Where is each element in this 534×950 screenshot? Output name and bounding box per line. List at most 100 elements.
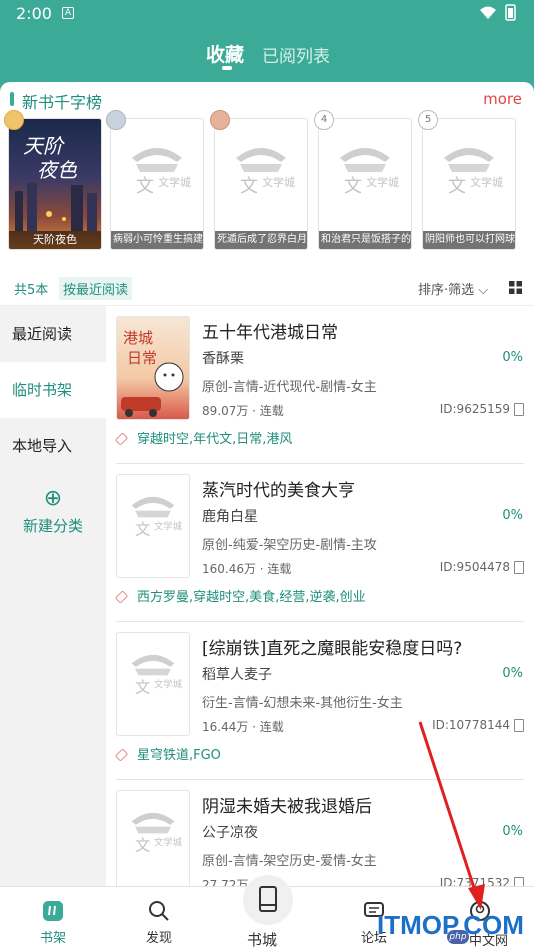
- svg-text:文学城: 文学城: [154, 678, 183, 690]
- book-author: 香酥栗: [202, 351, 244, 367]
- book-item[interactable]: 文 文学城 蒸汽时代的美食大亨 鹿角白星 0% 原创-纯爱-架空历史-剧情-主攻…: [106, 464, 534, 622]
- tag-icon: [114, 748, 129, 762]
- new-category-button[interactable]: ⊕ 新建分类: [0, 474, 106, 560]
- book-author: 公子凉夜: [202, 825, 258, 841]
- svg-text:文: 文: [240, 176, 258, 197]
- jjwxc-placeholder-logo: 文 文学城: [131, 496, 183, 538]
- book-author: 鹿角白星: [202, 509, 258, 525]
- book-title: 五十年代港城日常: [202, 323, 338, 343]
- rank-2-medal-icon: [106, 110, 126, 130]
- tag-icon: [114, 590, 129, 604]
- book-item[interactable]: 港城 日常 五十年代港城日常 香酥栗 0% 原创-言情-近代现代-剧情-女主 8…: [106, 306, 534, 464]
- book-count: 共5本: [14, 283, 49, 298]
- tab-favorites[interactable]: 收藏: [206, 40, 244, 67]
- sort-mode-chip[interactable]: 按最近阅读: [59, 277, 133, 300]
- copy-icon[interactable]: [514, 403, 524, 416]
- php-badge: php: [447, 930, 469, 944]
- nav-shelf[interactable]: 书架: [23, 899, 83, 946]
- book-progress: 0%: [502, 508, 523, 523]
- grid-view-icon[interactable]: [509, 281, 522, 294]
- city-night-illustration: 天阶 夜色: [15, 134, 97, 231]
- book-word-count: 89.07万 · 连载: [202, 404, 284, 418]
- book-tags-row: 穿越时空,年代文,日常,港风: [114, 428, 293, 447]
- book-progress: 0%: [502, 824, 523, 839]
- cover-title: 病弱小可怜重生搞建: [111, 231, 203, 249]
- book-genre: 原创-言情-架空历史-爱情-女主: [202, 854, 377, 869]
- status-time: 2:00: [16, 4, 52, 23]
- book-item[interactable]: 文 文学城 阴湿未婚夫被我退婚后 公子凉夜 0% 原创-言情-架空历史-爱情-女…: [106, 780, 534, 886]
- book-title: 阴湿未婚夫被我退婚后: [202, 797, 372, 817]
- ranking-title: 新书千字榜: [22, 93, 103, 112]
- ranking-book-cover[interactable]: 文 文学城 死遁后成了忍界白月: [214, 118, 308, 250]
- bookshelf-icon: [43, 901, 63, 921]
- cover-title: 死遁后成了忍界白月: [215, 231, 307, 249]
- nav-store-label[interactable]: 书城: [247, 929, 277, 950]
- book-id: ID:9504478: [439, 560, 510, 574]
- rank-badge: 4: [314, 110, 334, 130]
- svg-text:文: 文: [136, 176, 154, 197]
- book-id: ID:10778144: [432, 718, 510, 732]
- ranking-book-cover[interactable]: 文 文学城 阴阳师也可以打网球: [422, 118, 516, 250]
- svg-text:港城: 港城: [123, 329, 153, 347]
- svg-text:夜色: 夜色: [37, 158, 78, 182]
- status-icons: [478, 4, 520, 26]
- tag-icon: [114, 432, 129, 446]
- cover-title: 阴阳师也可以打网球: [423, 231, 515, 249]
- svg-text:文学城: 文学城: [262, 175, 295, 189]
- rank-1-medal-icon: [4, 110, 24, 130]
- search-icon: [149, 901, 169, 921]
- nav-store-bubble[interactable]: [243, 875, 293, 925]
- book-genre: 原创-纯爱-架空历史-剧情-主攻: [202, 538, 377, 553]
- tab-read-list[interactable]: 已阅列表: [262, 42, 330, 67]
- jjwxc-placeholder-logo: 文 文学城: [444, 148, 503, 197]
- book-word-count: 16.44万 · 连载: [202, 720, 284, 734]
- book-cover: 文 文学城: [116, 632, 190, 736]
- book-cover: 文 文学城: [116, 474, 190, 578]
- ranking-more-link[interactable]: more: [483, 90, 522, 108]
- shelf-category-sidebar: 最近阅读 临时书架 本地导入 ⊕ 新建分类: [0, 306, 106, 560]
- book-tags: 西方罗曼,穿越时空,美食,经营,逆袭,创业: [137, 590, 366, 605]
- sort-filter-button[interactable]: 排序·筛选 ⌵: [418, 279, 488, 298]
- nav-discover[interactable]: 发现: [129, 899, 189, 946]
- rank-badge: 5: [418, 110, 438, 130]
- book-tags: 穿越时空,年代文,日常,港风: [137, 432, 293, 447]
- svg-text:文学城: 文学城: [470, 175, 503, 189]
- book-cover: 文 文学城: [116, 790, 190, 886]
- svg-text:文: 文: [135, 678, 150, 696]
- book-icon: [259, 886, 277, 912]
- svg-text:文: 文: [448, 176, 466, 197]
- svg-text:文: 文: [135, 836, 150, 854]
- jjwxc-placeholder-logo: 文 文学城: [340, 148, 399, 197]
- book-item[interactable]: 文 文学城 [综崩铁]直死之魔眼能安稳度日吗? 稻草人麦子 0% 衍生-言情-幻…: [106, 622, 534, 780]
- svg-text:日常: 日常: [127, 349, 157, 367]
- book-title: [综崩铁]直死之魔眼能安稳度日吗?: [202, 639, 463, 659]
- book-cover: 港城 日常: [116, 316, 190, 420]
- sidebar-item-recent[interactable]: 最近阅读: [0, 306, 106, 362]
- jjwxc-placeholder-logo: 文 文学城: [131, 654, 183, 696]
- copy-icon[interactable]: [514, 719, 524, 732]
- jjwxc-placeholder-logo: 文 文学城: [131, 812, 183, 854]
- jjwxc-placeholder-logo: 文 文学城: [236, 148, 295, 197]
- tab-indicator: [222, 66, 232, 70]
- svg-text:文: 文: [135, 520, 150, 538]
- copy-icon[interactable]: [514, 877, 524, 886]
- copy-icon[interactable]: [514, 561, 524, 574]
- book-genre: 原创-言情-近代现代-剧情-女主: [202, 380, 377, 395]
- nav-discover-label: 发现: [145, 931, 172, 946]
- book-list: 港城 日常 五十年代港城日常 香酥栗 0% 原创-言情-近代现代-剧情-女主 8…: [106, 306, 534, 886]
- book-title: 蒸汽时代的美食大亨: [202, 481, 355, 501]
- jjwxc-placeholder-logo: 文 文学城: [132, 148, 191, 197]
- cover-title: 和治君只是饭搭子的: [319, 231, 411, 249]
- notification-a-icon: A: [62, 7, 74, 19]
- ranking-book-cover[interactable]: 文 文学城 病弱小可怜重生搞建: [110, 118, 204, 250]
- sidebar-item-temp-shelf[interactable]: 临时书架: [0, 362, 106, 418]
- sidebar-item-local-import[interactable]: 本地导入: [0, 418, 106, 474]
- shelf-toolbar: 共5本 按最近阅读 排序·筛选 ⌵: [0, 270, 534, 306]
- svg-text:文学城: 文学城: [154, 836, 183, 848]
- svg-text:文学城: 文学城: [158, 175, 191, 189]
- ranking-book-cover[interactable]: 文 文学城 和治君只是饭搭子的: [318, 118, 412, 250]
- book-tags-row: 西方罗曼,穿越时空,美食,经营,逆袭,创业: [114, 586, 366, 605]
- book-author: 稻草人麦子: [202, 667, 272, 683]
- ranking-book-cover[interactable]: 天阶 夜色 天阶夜色: [8, 118, 102, 250]
- nav-shelf-label: 书架: [39, 931, 66, 946]
